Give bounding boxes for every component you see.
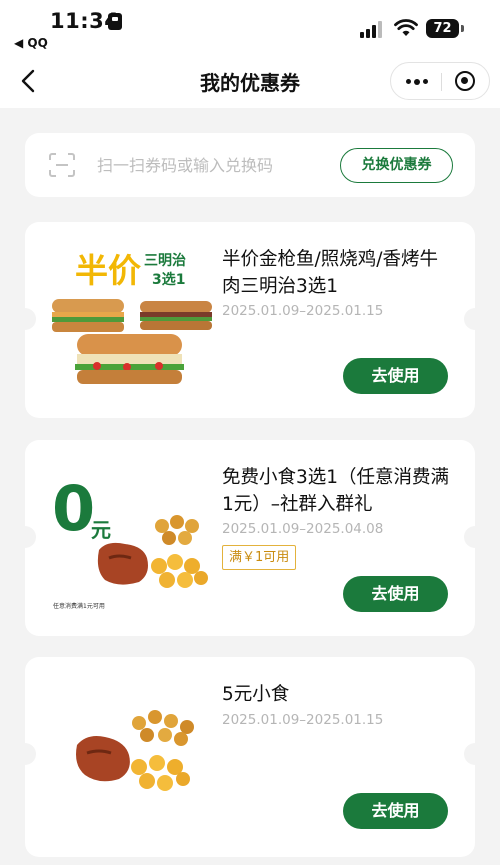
snack-promo-image: 0 元 任意消费满1元可用 [47,454,219,624]
coupon-card: 半价 三明治 3选1 半价金枪鱼/照烧鸡/香烤牛肉三明治3选1 2025.01.… [14,222,486,418]
navigation-bar: 我的优惠券 [0,56,500,108]
status-bar: 11:34 ◀ QQ 72 [0,0,500,56]
snack-image [47,671,219,841]
coupon-card: 5元小食 2025.01.09–2025.01.15 去使用 [14,657,486,857]
sandwich-illustration [52,299,212,384]
coupon-validity: 2025.01.09–2025.04.08 [222,521,384,537]
miniprogram-capsule [390,62,490,100]
scan-icon[interactable] [49,153,75,177]
battery-indicator: 72 [426,19,459,38]
contact-card-icon [108,13,122,30]
more-options-icon[interactable] [398,63,438,99]
cellular-signal-icon [360,21,386,38]
coupon-title: 半价金枪鱼/照烧鸡/香烤牛肉三明治3选1 [222,249,438,297]
wifi-icon [394,19,418,36]
snack-illustration [76,710,194,791]
back-to-app-link[interactable]: ◀ QQ [14,36,48,50]
coupon-validity: 2025.01.09–2025.01.15 [222,303,384,319]
close-miniprogram-icon[interactable] [455,71,475,91]
min-spend-tag: 满￥1可用 [222,545,297,570]
use-coupon-button[interactable]: 去使用 [343,793,448,829]
coupon-title: 5元小食 [222,684,290,705]
coupon-card: 0 元 任意消费满1元可用 免费小食3选1（任意消费满1元）–社群入群礼 202… [14,440,486,636]
use-coupon-button[interactable]: 去使用 [343,358,448,394]
redeem-code-input[interactable] [97,151,327,179]
battery-cap [461,25,464,32]
use-coupon-button[interactable]: 去使用 [343,576,448,612]
coupon-title: 免费小食3选1（任意消费满1元）–社群入群礼 [222,467,450,515]
redeem-coupon-button[interactable]: 兑换优惠券 [340,148,453,183]
snack-illustration [97,515,208,588]
coupon-validity: 2025.01.09–2025.01.15 [222,712,384,728]
capsule-divider [441,73,442,91]
redeem-bar: 兑换优惠券 [25,133,475,197]
sandwich-promo-image: 半价 三明治 3选1 [47,236,219,406]
